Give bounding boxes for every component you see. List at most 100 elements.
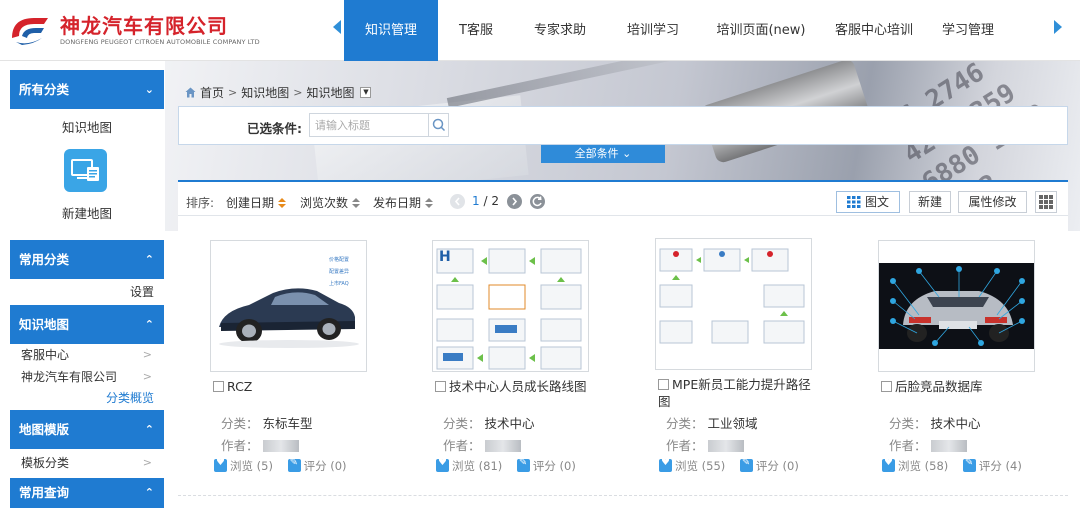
nav-next-arrow-icon[interactable] [1054, 20, 1062, 34]
meta-label: 作者： [889, 438, 927, 453]
refresh-button[interactable] [530, 194, 545, 209]
car-image-icon: 价格配置 配置差异 上市FAQ [219, 256, 359, 348]
edit-icon[interactable] [516, 457, 530, 472]
author-name-redacted [262, 440, 299, 452]
category-overview-link[interactable]: 分类概览 [10, 388, 164, 408]
select-checkbox[interactable] [435, 381, 446, 392]
edit-attributes-button[interactable]: 属性修改 [958, 191, 1027, 213]
sidebar-item-dpca[interactable]: 神龙汽车有限公司 > [10, 366, 164, 388]
all-conditions-toggle[interactable]: 全部条件 ⌄ [541, 145, 665, 163]
sidebar-header-label: 所有分类 [19, 82, 70, 97]
map-category: 分类： 技术中心 [443, 413, 535, 432]
prev-page-button[interactable] [450, 194, 465, 209]
map-title[interactable]: MPE新员工能力提升路径图 [658, 376, 823, 410]
views-label: 浏览 [898, 459, 921, 473]
nav-tab-learning-mgmt[interactable]: 学习管理 [926, 0, 1010, 61]
map-stats: 浏览 (5) 评分 (0) [214, 457, 347, 474]
breadcrumb-separator: > [293, 85, 303, 99]
new-map-link[interactable]: 新建地图 [10, 203, 164, 222]
rating-label[interactable]: 评分 [304, 459, 327, 473]
chevron-right-icon [512, 197, 518, 206]
sort-by-views[interactable]: 浏览次数 [300, 194, 361, 211]
view-mode-image-text-button[interactable]: 图文 [836, 191, 900, 213]
map-thumbnail[interactable]: H [432, 240, 589, 372]
breadcrumb: 首页 > 知识地图 > 知识地图 ▼ [185, 84, 375, 100]
heart-icon [882, 457, 895, 472]
page-total: / 2 [483, 194, 499, 208]
map-title[interactable]: 后脸竞品数据库 [881, 378, 1046, 395]
sidebar-header-all-categories[interactable]: 所有分类 ⌄ [10, 70, 164, 109]
sort-by-created-date[interactable]: 创建日期 [226, 194, 287, 211]
chevron-down-icon[interactable]: ▼ [360, 86, 372, 98]
filter-panel: 已选条件: [178, 106, 1068, 145]
map-thumbnail[interactable]: 价格配置 配置差异 上市FAQ [210, 240, 367, 372]
svg-text:上市FAQ: 上市FAQ [329, 280, 349, 287]
map-thumbnail[interactable] [655, 238, 812, 370]
chevron-right-icon: > [142, 348, 152, 361]
breadcrumb-level1[interactable]: 知识地图 [241, 84, 289, 101]
rating-label[interactable]: 评分 [979, 459, 1002, 473]
sort-label: 排序: [186, 196, 215, 210]
heart-icon [659, 457, 672, 472]
map-category: 分类： 工业领域 [666, 413, 758, 432]
nav-tab-tservice[interactable]: T客服 [438, 0, 514, 61]
sidebar-header-map-template[interactable]: 地图模版 ⌃ [10, 410, 164, 449]
home-icon [185, 87, 196, 97]
meta-label: 作者： [666, 438, 704, 453]
sort-by-publish-date[interactable]: 发布日期 [373, 194, 434, 211]
new-map-icon[interactable] [64, 149, 107, 192]
edit-icon[interactable] [739, 457, 753, 472]
sidebar-item-label: 模板分类 [21, 456, 70, 470]
chevron-up-icon: ⌃ [144, 318, 154, 331]
rating-label[interactable]: 评分 [533, 459, 556, 473]
search-button[interactable] [429, 113, 449, 137]
view-mode-label: 图文 [864, 195, 889, 209]
page-current: 1 [472, 194, 480, 208]
chevron-up-icon: ⌃ [144, 253, 154, 266]
nav-tab-service-center-training[interactable]: 客服中心培训 [822, 0, 926, 61]
svg-text:价格配置: 价格配置 [329, 256, 349, 263]
views-count: (55) [701, 459, 726, 473]
sidebar-header-common-categories[interactable]: 常用分类 ⌃ [10, 240, 164, 279]
sidebar-map-panel: 知识地图 新建地图 [10, 109, 164, 240]
map-title[interactable]: RCZ [213, 378, 378, 395]
edit-icon[interactable] [962, 457, 976, 472]
category-value[interactable]: 技术中心 [485, 416, 535, 431]
nav-tab-knowledge[interactable]: 知识管理 [344, 0, 438, 61]
map-author: 作者： [889, 435, 967, 454]
new-button[interactable]: 新建 [909, 191, 951, 213]
sidebar-header-common-query[interactable]: 常用查询 ⌃ [10, 478, 164, 508]
map-title[interactable]: 技术中心人员成长路线图 [435, 378, 600, 395]
meta-label: 分类： [666, 416, 704, 431]
layout-toggle-button[interactable] [1035, 191, 1057, 213]
select-checkbox[interactable] [881, 381, 892, 392]
sidebar-header-label: 知识地图 [19, 317, 70, 332]
title-search-input[interactable] [309, 113, 429, 137]
nav-tab-training-page-new[interactable]: 培训页面(new) [700, 0, 822, 61]
sidebar-item-service-center[interactable]: 客服中心 > [10, 344, 164, 366]
company-logo[interactable]: 神龙汽车有限公司 DONGFENG PEUGEOT CITROEN AUTOMO… [8, 8, 273, 54]
category-value[interactable]: 东标车型 [263, 416, 313, 431]
select-checkbox[interactable] [658, 379, 669, 390]
sort-arrows-icon [352, 198, 361, 208]
next-page-button[interactable] [507, 194, 522, 209]
sidebar-item-template-category[interactable]: 模板分类 > [10, 452, 164, 474]
nav-tab-training[interactable]: 培训学习 [606, 0, 700, 61]
chevron-down-icon: ⌄ [144, 83, 154, 96]
nav-tab-expert-help[interactable]: 专家求助 [514, 0, 606, 61]
nav-prev-arrow-icon[interactable] [333, 20, 341, 34]
sort-option-label: 发布日期 [373, 196, 422, 210]
map-thumbnail[interactable] [878, 240, 1035, 372]
views-count: (58) [924, 459, 949, 473]
rating-label[interactable]: 评分 [756, 459, 779, 473]
sort-arrows-icon [278, 198, 287, 208]
breadcrumb-level2[interactable]: 知识地图 [306, 84, 354, 101]
category-value[interactable]: 技术中心 [931, 416, 981, 431]
edit-icon[interactable] [287, 457, 301, 472]
select-checkbox[interactable] [213, 381, 224, 392]
sidebar-header-label: 地图模版 [19, 422, 70, 437]
category-value[interactable]: 工业领域 [708, 416, 758, 431]
sidebar-header-knowledge-map[interactable]: 知识地图 ⌃ [10, 305, 164, 344]
breadcrumb-home[interactable]: 首页 [200, 84, 224, 101]
settings-link[interactable]: 设置 [10, 279, 164, 305]
